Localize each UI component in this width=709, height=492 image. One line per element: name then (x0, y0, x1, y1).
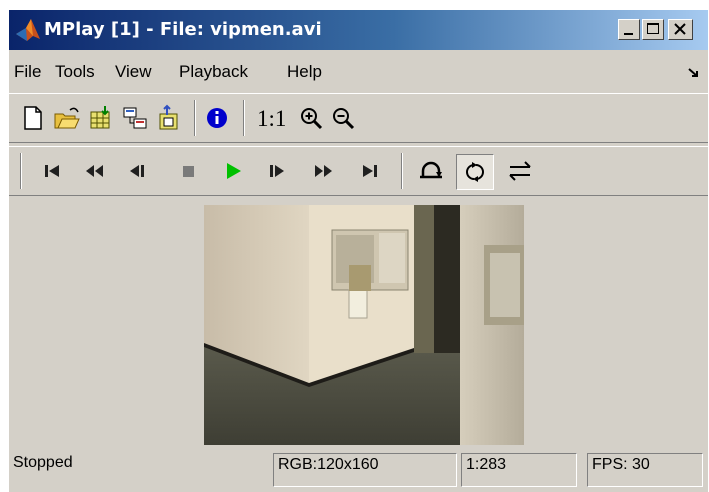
export-icon (159, 104, 178, 130)
frame-counter-panel: 1:283 (461, 453, 577, 487)
play-icon (227, 163, 241, 179)
import-button[interactable] (87, 104, 115, 132)
rewind-button[interactable] (81, 157, 109, 185)
toolbar-separator (243, 100, 245, 136)
playback-status: Stopped (13, 454, 73, 471)
menu-playback[interactable]: Playback (179, 62, 248, 82)
menu-help[interactable]: Help (287, 62, 322, 82)
maximize-icon (647, 23, 659, 34)
jump-to-frame-button[interactable] (417, 157, 445, 185)
menu-file[interactable]: File (14, 62, 41, 82)
stop-icon (183, 166, 194, 177)
repeat-icon (466, 162, 484, 182)
jump-to-frame-icon (420, 161, 442, 179)
forward-backward-icon (509, 161, 531, 181)
image-info-panel: RGB:120x160 (273, 453, 457, 487)
zoom-ratio-label[interactable]: 1:1 (257, 106, 286, 132)
toolbar-grip (20, 153, 22, 189)
export-button[interactable] (155, 104, 183, 132)
fast-forward-button[interactable] (309, 157, 337, 185)
go-to-start-button[interactable] (39, 157, 67, 185)
mplay-window: MPlay [1] - File: vipmen.avi File Tools … (9, 10, 708, 492)
video-frame (204, 205, 524, 445)
dock-arrow-icon[interactable] (688, 68, 700, 78)
go-to-end-button[interactable] (355, 157, 383, 185)
info-button[interactable] (203, 104, 231, 132)
play-button[interactable] (219, 157, 247, 185)
toolbar-separator (401, 153, 403, 189)
new-file-icon (24, 106, 42, 130)
close-button[interactable] (668, 19, 693, 40)
import-workspace-icon (90, 106, 110, 129)
step-forward-button[interactable] (263, 157, 291, 185)
step-back-icon (130, 165, 144, 177)
title-bar[interactable]: MPlay [1] - File: vipmen.avi (9, 10, 708, 50)
repeat-button[interactable] (456, 154, 494, 190)
zoom-out-icon (333, 108, 355, 130)
step-forward-icon (270, 165, 284, 177)
menu-bar: File Tools View Playback Help (9, 52, 708, 92)
zoom-out-button[interactable] (329, 104, 357, 132)
toolbar-separator (194, 100, 196, 136)
fast-forward-icon (315, 165, 332, 177)
go-to-end-icon (363, 165, 377, 177)
zoom-in-icon (301, 108, 323, 130)
close-icon (674, 23, 686, 35)
connect-button[interactable] (121, 104, 149, 132)
open-button[interactable] (53, 104, 81, 132)
info-icon (207, 108, 227, 128)
minimize-button[interactable] (618, 19, 640, 40)
new-button[interactable] (19, 104, 47, 132)
forward-backward-button[interactable] (506, 157, 534, 185)
maximize-button[interactable] (642, 19, 664, 40)
open-file-icon (54, 107, 80, 129)
go-to-start-icon (45, 165, 59, 177)
stop-button[interactable] (175, 157, 203, 185)
step-back-button[interactable] (123, 157, 151, 185)
rewind-icon (86, 165, 103, 177)
matlab-logo-icon (16, 19, 40, 41)
connect-simulink-icon (123, 107, 147, 129)
status-bar: Stopped RGB:120x160 1:283 FPS: 30 (9, 446, 708, 492)
fps-panel: FPS: 30 (587, 453, 703, 487)
playback-toolbar (9, 146, 708, 196)
menu-view[interactable]: View (115, 62, 152, 82)
zoom-in-button[interactable] (297, 104, 325, 132)
minimize-icon (624, 33, 633, 35)
menu-tools[interactable]: Tools (55, 62, 95, 82)
window-title: MPlay [1] - File: vipmen.avi (44, 19, 322, 40)
main-toolbar: 1:1 (9, 93, 708, 143)
video-display-area (9, 198, 708, 445)
